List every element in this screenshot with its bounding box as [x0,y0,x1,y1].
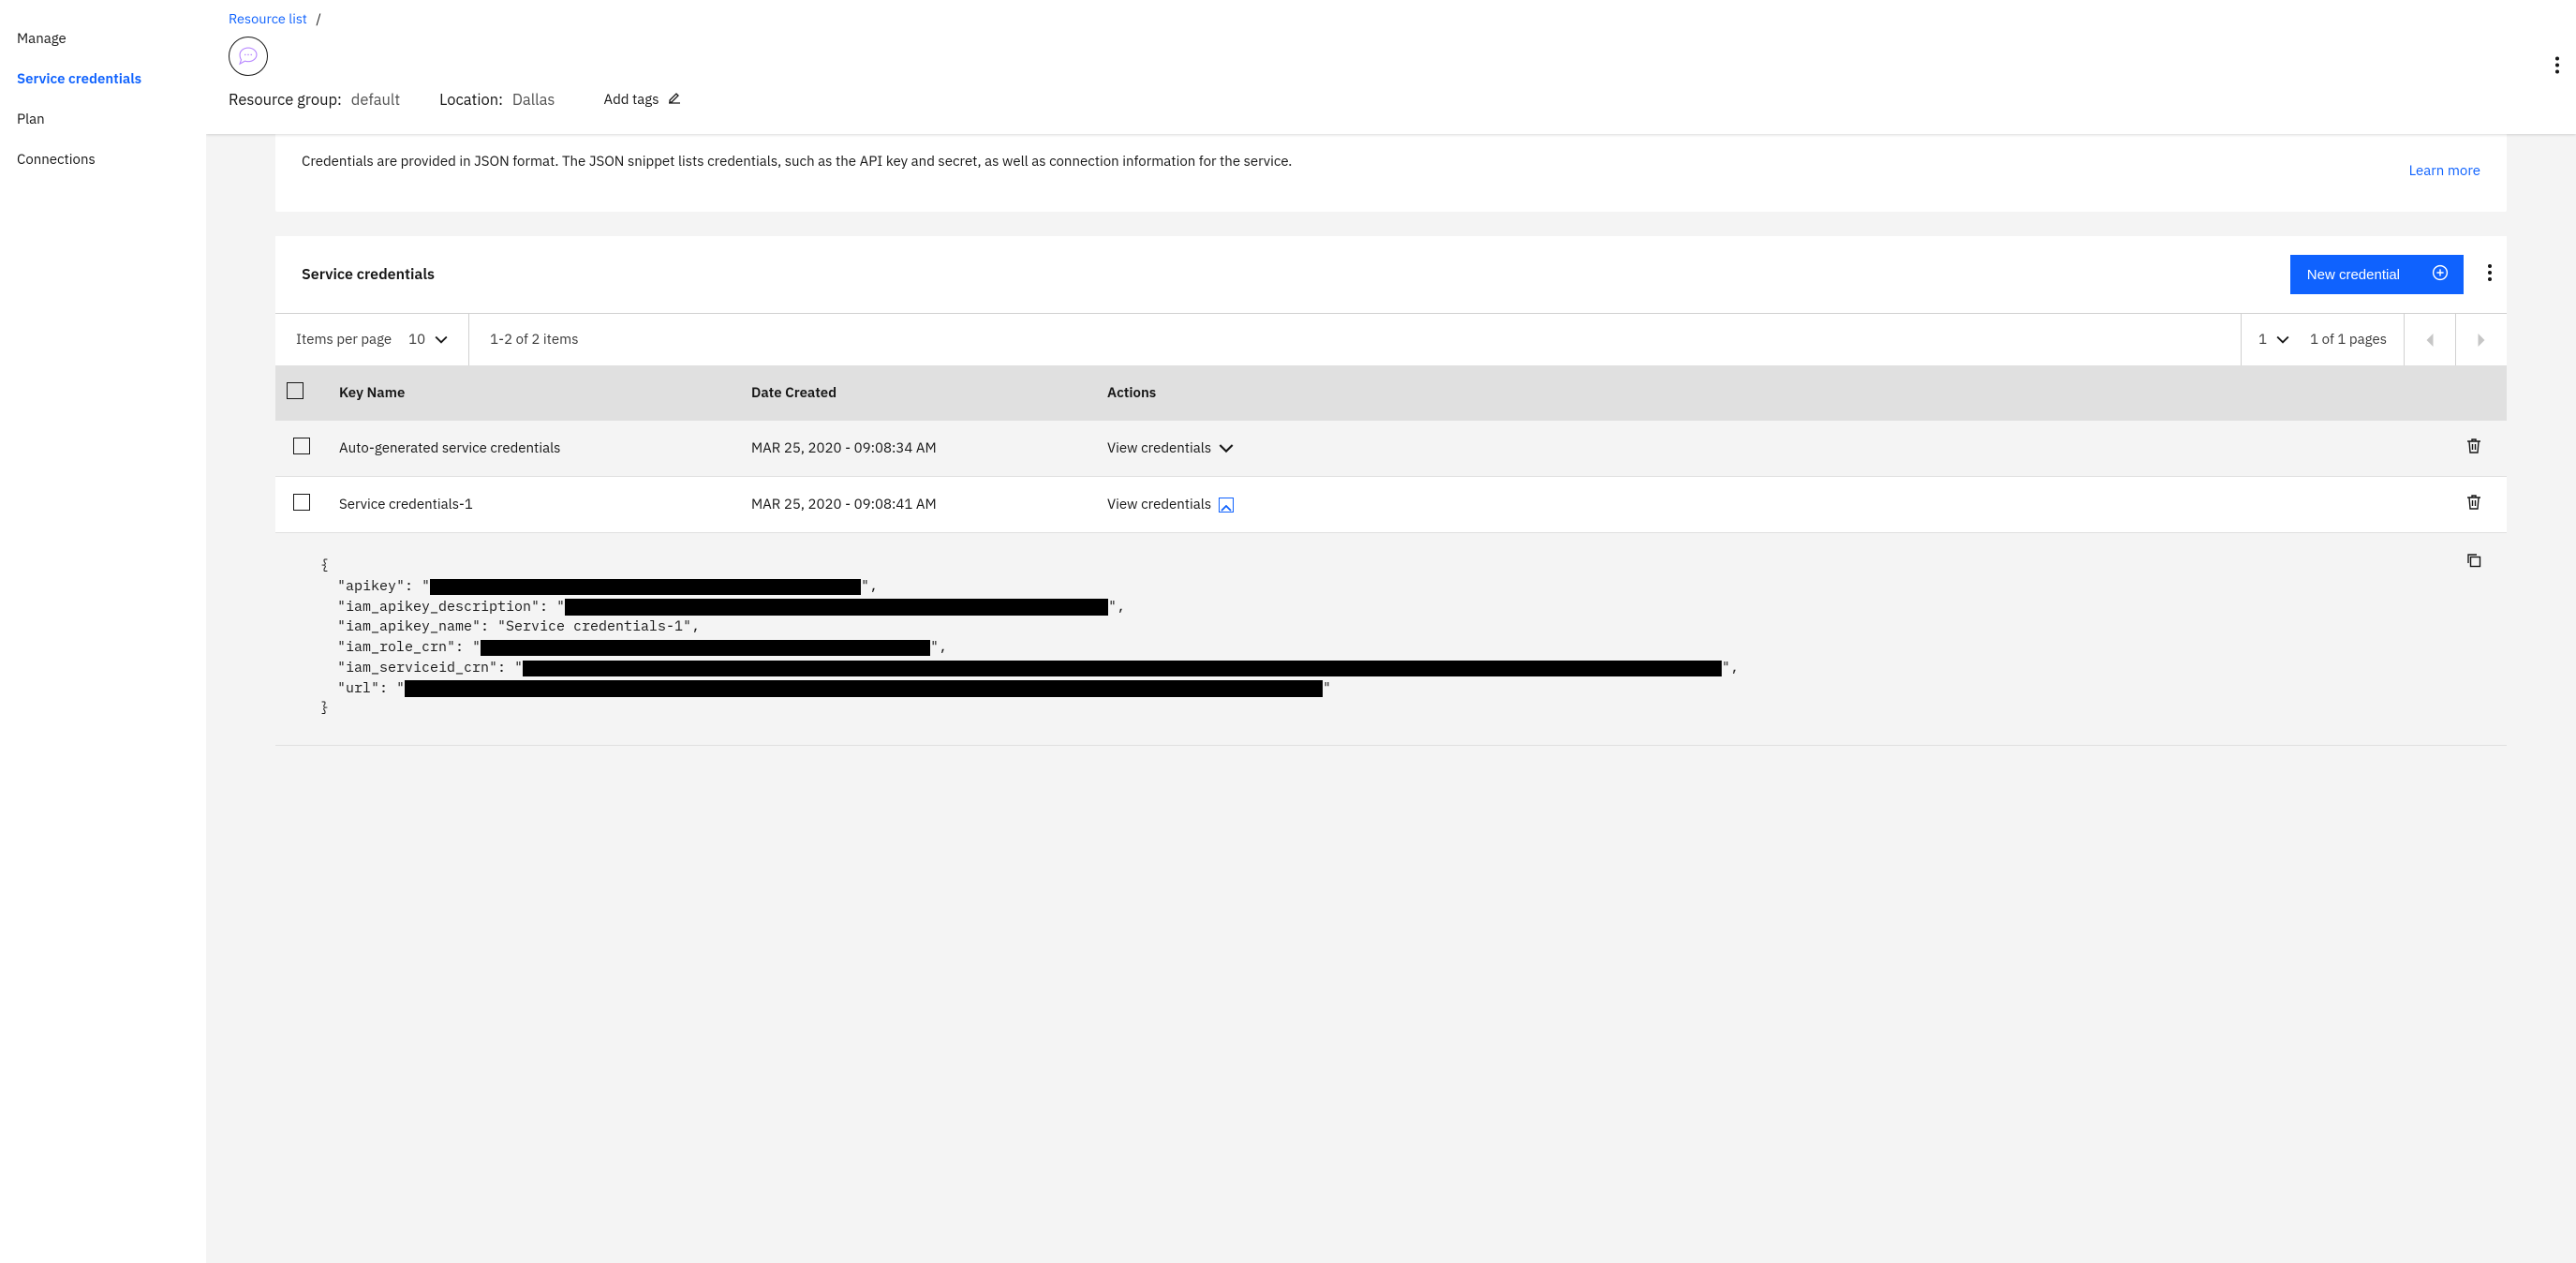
sidebar-item-label: Plan [17,111,45,128]
view-credentials-label: View credentials [1107,439,1211,457]
sidebar-item-service-credentials[interactable]: Service credentials [0,59,206,99]
view-credentials-toggle[interactable]: View credentials [1107,496,1234,513]
key-name-cell: Service credentials-1 [328,477,740,533]
breadcrumb: Resource list / [229,9,2548,27]
chevron-down-icon [1219,441,1234,456]
trash-icon [2465,494,2482,511]
copy-credentials-button[interactable] [2465,552,2482,573]
expanded-credentials-row: { "apikey": "​", "iam_apikey_description… [275,533,2507,746]
chevron-down-icon [2276,334,2289,347]
table-row: Auto-generated service credentials MAR 2… [275,421,2507,477]
items-per-page-select[interactable]: 10 [408,331,448,349]
chevron-up-icon [1219,498,1234,513]
select-all-checkbox[interactable] [287,382,303,399]
service-icon [229,37,268,76]
view-credentials-label: View credentials [1107,496,1211,513]
resource-group-value: default [351,89,400,110]
page-select[interactable]: 1 [2258,331,2289,349]
delete-credential-button[interactable] [2465,441,2482,459]
resource-header: Resource list / Resource group: default … [206,0,2576,134]
credentials-card: Service credentials New credential [275,236,2507,746]
resource-group-label: Resource group: [229,89,342,110]
date-created-cell: MAR 25, 2020 - 09:08:41 AM [740,477,1096,533]
add-tags-label: Add tags [603,91,659,109]
column-actions: Actions [1096,365,2441,421]
header-overflow-menu[interactable] [2555,56,2559,78]
row-checkbox[interactable] [293,438,310,454]
caret-left-icon [2425,334,2435,347]
edit-icon [667,90,682,110]
info-card: Credentials are provided in JSON format.… [275,134,2507,212]
caret-right-icon [2477,334,2486,347]
next-page-button[interactable] [2455,314,2507,365]
items-per-page-label: Items per page [296,331,392,349]
row-checkbox[interactable] [293,494,310,511]
credentials-card-header: Service credentials New credential [275,236,2507,313]
resource-group: Resource group: default [229,89,400,110]
copy-icon [2465,552,2482,569]
resource-location: Location: Dallas [439,89,555,110]
main-content: Resource list / Resource group: default … [206,0,2576,1263]
delete-credential-button[interactable] [2465,498,2482,515]
page-value: 1 [2258,331,2267,349]
sidebar-item-manage[interactable]: Manage [0,19,206,59]
credentials-json-block: { "apikey": "​", "iam_apikey_description… [320,556,2469,719]
key-name-cell: Auto-generated service credentials [328,421,740,477]
pages-text: 1 of 1 pages [2310,331,2387,349]
view-credentials-toggle[interactable]: View credentials [1107,439,1234,457]
learn-more-link[interactable]: Learn more [2409,151,2480,180]
new-credential-label: New credential [2307,267,2400,283]
info-description: Credentials are provided in JSON format.… [302,151,1292,180]
resource-meta-row: Resource group: default Location: Dallas… [229,89,2548,110]
add-icon [2432,264,2449,285]
table-row: Service credentials-1 MAR 25, 2020 - 09:… [275,477,2507,533]
table-header-row: Key Name Date Created Actions [275,365,2507,421]
pagination-range: 1-2 of 2 items [490,331,578,349]
date-created-cell: MAR 25, 2020 - 09:08:34 AM [740,421,1096,477]
column-key-name: Key Name [328,365,740,421]
card-overflow-menu[interactable] [2482,259,2497,291]
overflow-icon [2488,264,2492,281]
trash-icon [2465,438,2482,454]
sidebar-item-label: Connections [17,151,96,169]
sidebar-item-connections[interactable]: Connections [0,140,206,180]
location-value: Dallas [512,89,555,110]
pagination-bar: Items per page 10 1-2 of 2 items 1 [275,313,2507,365]
location-label: Location: [439,89,503,110]
left-sidebar: Manage Service credentials Plan Connecti… [0,0,206,1263]
credentials-title: Service credentials [302,265,435,284]
breadcrumb-root-link[interactable]: Resource list [229,9,307,27]
breadcrumb-separator: / [316,9,321,27]
prev-page-button[interactable] [2404,314,2455,365]
add-tags-button[interactable]: Add tags [603,90,681,110]
chevron-down-icon [435,334,448,347]
content-area: Credentials are provided in JSON format.… [206,134,2576,783]
items-per-page-value: 10 [408,331,425,349]
overflow-icon [2555,56,2559,73]
sidebar-item-label: Service credentials [17,70,141,88]
new-credential-button[interactable]: New credential [2290,255,2464,294]
sidebar-item-plan[interactable]: Plan [0,99,206,140]
column-date-created: Date Created [740,365,1096,421]
sidebar-item-label: Manage [17,30,67,48]
credentials-table: Key Name Date Created Actions Auto-gener… [275,365,2507,746]
